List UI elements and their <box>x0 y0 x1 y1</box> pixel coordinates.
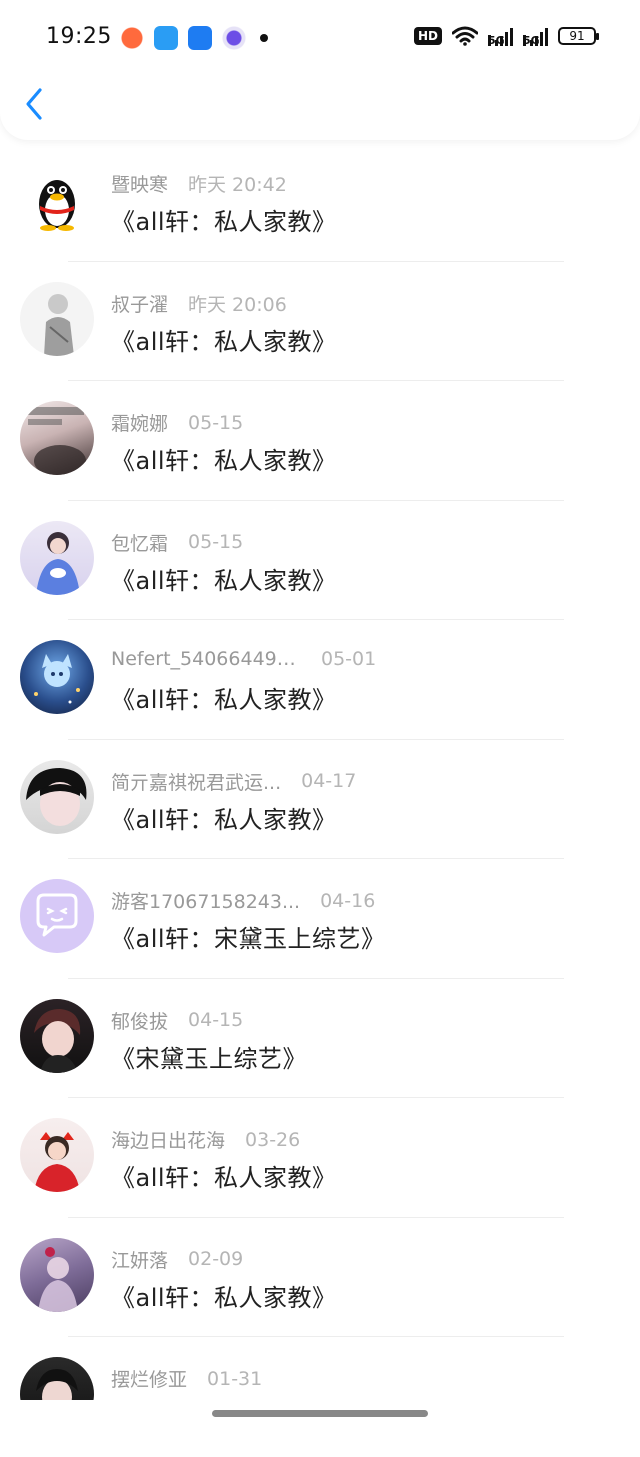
qq-penguin-icon <box>39 180 75 231</box>
back-arrow-icon <box>26 88 42 120</box>
notification-icons <box>120 26 268 50</box>
cellular-signal-icon: 5G <box>523 26 548 46</box>
message-meta: Nefert_540664494... 05-01 <box>111 648 376 670</box>
hd-icon: HD <box>413 27 442 45</box>
message-date: 04-17 <box>301 770 357 792</box>
photo-avatar-icon <box>24 407 86 475</box>
message-title: 《宋黛玉上综艺》 <box>111 1044 307 1073</box>
status-time: 19:25 <box>46 24 112 49</box>
message-title: 《all轩：私人家教》 <box>111 1164 337 1192</box>
sender-name: 暨映寒 <box>111 174 169 196</box>
sender-name: Nefert_540664494... <box>111 648 301 670</box>
list-item[interactable]: 简亓嘉祺祝君武运... 04-17 《all轩：私人家教》 <box>0 740 640 859</box>
message-title: 《all轩：私人家教》 <box>111 208 337 236</box>
sender-name: 海边日出花海 <box>111 1130 226 1152</box>
message-meta: 暨映寒 昨天 20:42 <box>111 170 287 197</box>
battery-icon: 91 <box>558 27 599 45</box>
message-title: 《all轩：私人家教》 <box>111 686 337 714</box>
message-date: 03-26 <box>245 1128 301 1151</box>
wifi-icon <box>452 26 478 46</box>
avatar <box>20 520 94 595</box>
avatar <box>20 879 94 953</box>
battery-level: 91 <box>569 29 585 43</box>
status-icons: HD 5G 5G 91 <box>413 26 599 46</box>
photo-avatar-icon <box>26 767 87 826</box>
list-item[interactable]: 江妍落 02-09 《all轩：私人家教》 <box>0 1218 640 1337</box>
message-date: 05-01 <box>321 648 377 670</box>
top-bar: 19:25 HD 5G 5G 91 <box>0 0 640 140</box>
message-meta: 郁俊拔 04-15 <box>111 1007 243 1034</box>
cellular-signal-icon: 5G <box>488 26 513 46</box>
app-notification-icon <box>188 26 212 50</box>
photo-avatar-icon <box>38 1246 78 1312</box>
list-item[interactable]: 海边日出花海 03-26 《all轩：私人家教》 <box>0 1098 640 1218</box>
message-meta: 叔子濯 昨天 20:06 <box>111 290 287 317</box>
message-meta: 海边日出花海 03-26 <box>111 1126 300 1153</box>
message-meta: 简亓嘉祺祝君武运... 04-17 <box>111 768 356 795</box>
sender-name: 简亓嘉祺祝君武运... <box>111 771 282 794</box>
app-notification-icon <box>120 26 144 50</box>
message-date: 05-15 <box>188 531 244 553</box>
sender-name: 郁俊拔 <box>111 1010 169 1033</box>
list-item[interactable]: 暨映寒 昨天 20:42 《all轩：私人家教》 <box>0 142 640 262</box>
photo-avatar-icon <box>34 1132 80 1192</box>
more-notifications-dot <box>260 34 268 42</box>
list-item[interactable]: 叔子濯 昨天 20:06 《all轩：私人家教》 <box>0 262 640 381</box>
message-list: 暨映寒 昨天 20:42 《all轩：私人家教》 叔子濯 昨天 20:06 《a… <box>0 142 640 1457</box>
avatar <box>20 640 94 714</box>
sender-name: 叔子濯 <box>111 293 169 316</box>
status-bar: 19:25 HD 5G 5G 91 <box>0 0 640 78</box>
message-date: 昨天 20:06 <box>188 293 287 316</box>
back-button[interactable] <box>20 86 50 122</box>
list-item[interactable]: 郁俊拔 04-15 《宋黛玉上综艺》 <box>0 979 640 1098</box>
message-title: 《all轩：私人家教》 <box>111 1283 337 1312</box>
avatar <box>20 759 94 834</box>
avatar <box>20 998 94 1073</box>
sender-name: 游客17067158243... <box>111 891 301 913</box>
avatar <box>20 1118 94 1192</box>
sender-name: 江妍落 <box>111 1249 169 1272</box>
message-date: 05-15 <box>188 411 244 434</box>
message-title: 《all轩：私人家教》 <box>111 805 337 834</box>
navigation-bar <box>0 78 640 138</box>
list-item[interactable]: Nefert_540664494... 05-01 《all轩：私人家教》 <box>0 620 640 740</box>
home-indicator[interactable] <box>212 1410 428 1417</box>
list-item[interactable]: 游客17067158243... 04-16 《all轩：宋黛玉上综艺》 <box>0 859 640 979</box>
anime-avatar-icon <box>34 654 80 704</box>
avatar <box>20 162 94 236</box>
message-title: 《all轩：私人家教》 <box>111 327 337 356</box>
message-meta: 霜婉娜 05-15 <box>111 409 243 436</box>
message-meta: 摆烂修亚 01-31 <box>111 1365 262 1392</box>
message-date: 04-15 <box>188 1009 244 1031</box>
sender-name: 摆烂修亚 <box>111 1369 188 1391</box>
sender-name: 包忆霜 <box>111 532 169 555</box>
photo-avatar-icon <box>36 531 80 595</box>
avatar <box>20 1237 94 1312</box>
message-date: 昨天 20:42 <box>188 174 287 196</box>
chat-bubble-icon <box>36 893 78 937</box>
message-title: 《all轩：宋黛玉上综艺》 <box>111 925 386 953</box>
photo-avatar-icon <box>34 1008 81 1073</box>
sketch-portrait-icon <box>44 293 74 356</box>
list-item[interactable]: 包忆霜 05-15 《all轩：私人家教》 <box>0 501 640 620</box>
message-date: 04-16 <box>320 889 376 912</box>
message-meta: 游客17067158243... 04-16 <box>111 887 375 914</box>
message-date: 01-31 <box>207 1367 263 1390</box>
sender-name: 霜婉娜 <box>111 413 169 435</box>
app-notification-icon <box>222 26 246 50</box>
message-date: 02-09 <box>188 1248 244 1270</box>
avatar <box>20 281 94 356</box>
message-meta: 包忆霜 05-15 <box>111 529 243 556</box>
message-title: 《all轩：私人家教》 <box>111 566 337 595</box>
message-meta: 江妍落 02-09 <box>111 1246 243 1273</box>
avatar <box>20 401 94 475</box>
list-item[interactable]: 摆烂修亚 01-31 <box>0 1337 640 1457</box>
app-notification-icon <box>154 26 178 50</box>
message-title: 《all轩：私人家教》 <box>111 447 337 475</box>
list-item[interactable]: 霜婉娜 05-15 《all轩：私人家教》 <box>0 381 640 501</box>
